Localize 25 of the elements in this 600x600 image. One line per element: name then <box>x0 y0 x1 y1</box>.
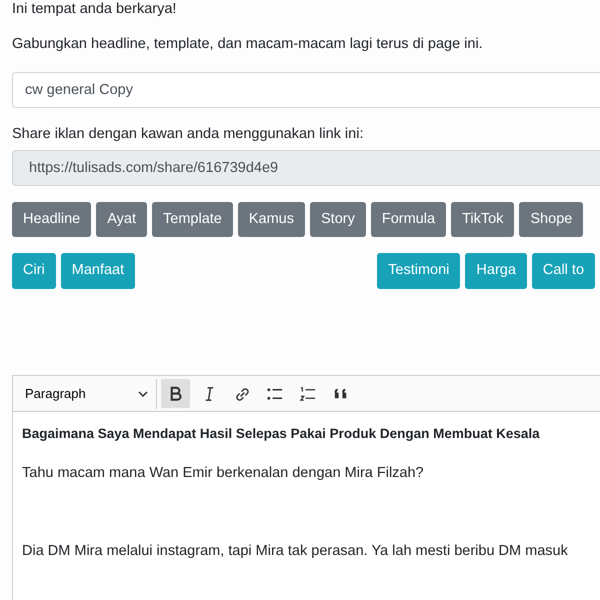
section-button[interactable]: Manfaat <box>60 253 136 289</box>
share-link-field[interactable]: https://tulisads.com/share/616739d4e9 <box>12 150 600 186</box>
share-label: Share iklan dengan kawan anda menggunakan link ini: <box>12 124 364 144</box>
category-button[interactable]: Kamus <box>238 202 305 238</box>
editor-heading: Bagaimana Saya Mendapat Hasil Selepas Pakai Produk Dengan Membuat Kesala <box>22 425 541 443</box>
editor-paragraph: Tahu macam mana Wan Emir berkenalan dengan Mira Filzah? <box>22 464 425 483</box>
toolbar-button[interactable] <box>161 379 190 408</box>
intro-text: Ini tempat anda berkarya! <box>12 0 178 18</box>
category-button[interactable]: Shope <box>519 202 584 238</box>
subtitle-text: Gabungkan headline, template, dan macam-macam lagi terus di page ini. <box>12 35 484 54</box>
block-format-dropdown[interactable]: Paragraph <box>17 378 157 408</box>
section-button[interactable]: Testimoni <box>377 253 460 289</box>
category-button[interactable]: Story <box>310 202 366 238</box>
category-button[interactable]: Template <box>152 202 233 238</box>
category-button[interactable]: Headline <box>12 202 92 238</box>
section-button[interactable]: Call to <box>532 253 596 289</box>
category-button[interactable]: Formula <box>370 202 446 238</box>
section-button[interactable]: Harga <box>465 253 527 289</box>
category-button[interactable]: TikTok <box>451 202 514 238</box>
chevron-down-icon <box>138 390 148 396</box>
name-input-field[interactable]: cw general Copy <box>12 72 600 108</box>
category-button[interactable]: Ayat <box>96 202 148 238</box>
section-button[interactable]: Ciri <box>12 253 56 289</box>
numbered-list-icon <box>298 384 316 402</box>
editor-paragraph: Dia DM Mira melalui instagram, tapi Mira tak perasan. Ya lah mesti beribu DM masuk <box>22 542 569 561</box>
